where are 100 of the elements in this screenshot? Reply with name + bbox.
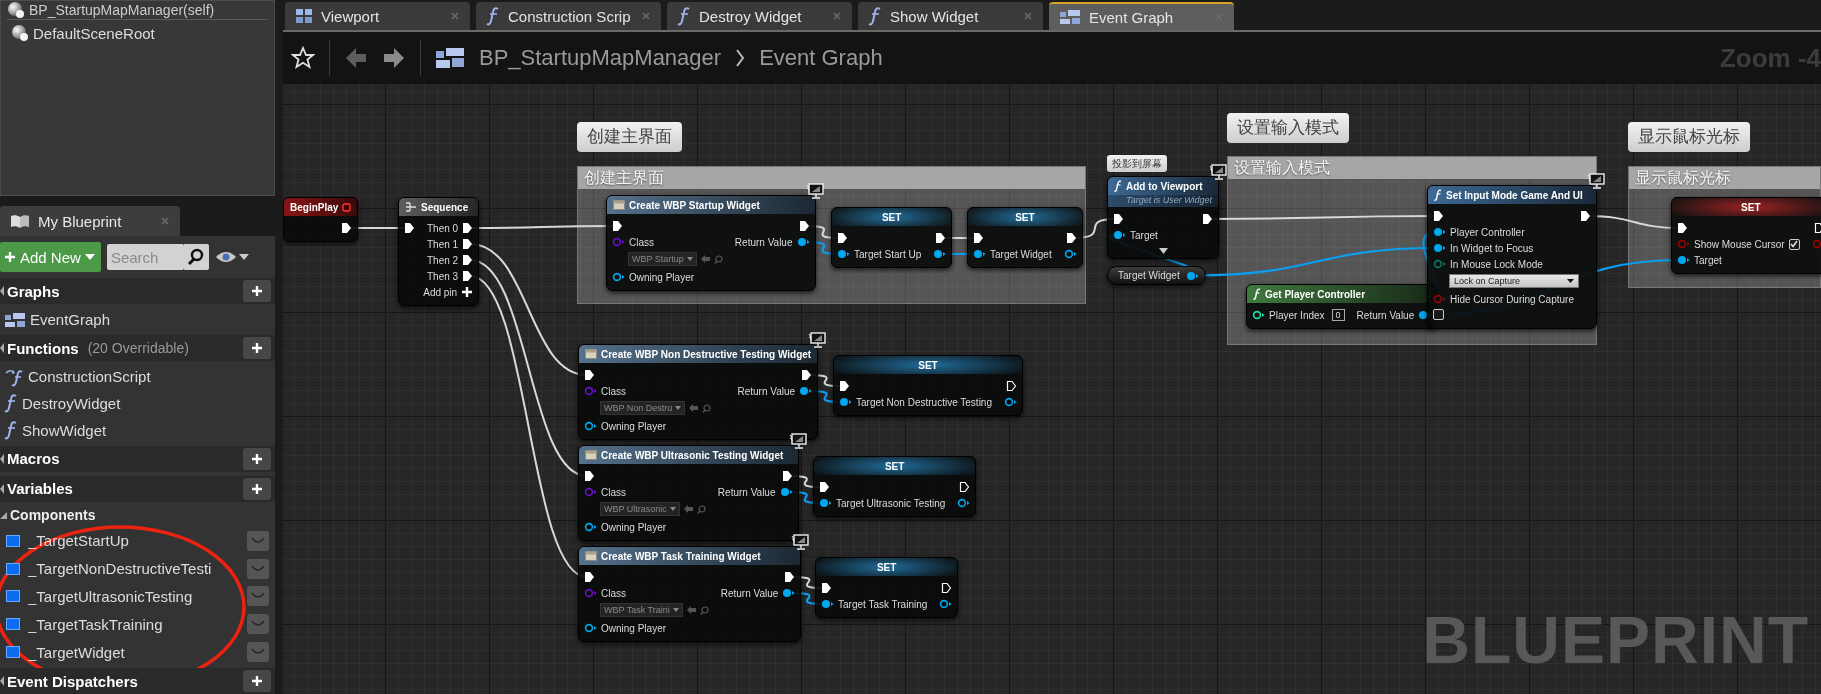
blueprint-node[interactable]: Add to Viewport Target is User Widget Target: [1107, 176, 1220, 259]
pin-label: Target: [1130, 229, 1158, 241]
node-title: Set Input Mode Game And UI: [1446, 189, 1583, 201]
expand-arrow-icon: [0, 343, 4, 354]
number-field[interactable]: 0: [1331, 309, 1345, 321]
checkbox[interactable]: [1433, 309, 1444, 320]
caret-icon: [1567, 279, 1574, 283]
add-button[interactable]: [243, 337, 271, 360]
editor-tab[interactable]: Destroy Widget: [667, 2, 852, 30]
add-button[interactable]: [243, 477, 271, 500]
class-dropdown[interactable]: WBP Task Traini: [600, 603, 683, 617]
tree-item[interactable]: BP_StartupMapManager(self): [29, 2, 215, 18]
variable-name[interactable]: _TargetTaskTraining: [28, 615, 239, 633]
variable-name[interactable]: _TargetNonDestructiveTesti: [28, 560, 239, 578]
node-title: Create WBP Startup Widget: [629, 199, 760, 211]
variable-getter-node[interactable]: Target Widget: [1107, 266, 1206, 285]
editor-tab[interactable]: Event Graph: [1049, 2, 1234, 30]
plus-icon: [251, 452, 263, 465]
visibility-toggle[interactable]: [247, 614, 269, 635]
closed-eye-icon: [251, 648, 265, 657]
caret-icon: [675, 406, 682, 410]
blueprint-node[interactable]: SET Target Non Destructive Testing: [833, 355, 1023, 416]
breadcrumb-current: Event Graph: [759, 45, 883, 71]
visibility-toggle[interactable]: [247, 642, 269, 663]
node-title: Create WBP Non Destructive Testing Widget: [601, 348, 812, 360]
class-dropdown[interactable]: WBP Startup: [628, 252, 697, 266]
add-button[interactable]: [243, 447, 271, 470]
left-arrow-icon: [700, 255, 710, 263]
panel-tab[interactable]: My Blueprint: [0, 206, 180, 236]
variable-type-icon: [6, 562, 20, 575]
blueprint-node[interactable]: SET Target Start Up: [831, 207, 953, 268]
node-title: SET: [918, 359, 938, 371]
list-item[interactable]: ShowWidget: [22, 421, 107, 439]
checkbox[interactable]: [1788, 238, 1800, 250]
editor-tab[interactable]: Construction Scrip: [476, 2, 661, 30]
search-icon: [696, 504, 706, 514]
class-dropdown[interactable]: WBP Ultrasonic: [600, 502, 680, 516]
pin-label: Add pin: [423, 286, 458, 298]
variable-name[interactable]: _TargetUltrasonicTesting: [28, 587, 239, 605]
pin-label: Return Value: [717, 486, 776, 498]
widget-icon: [585, 349, 597, 359]
section-title: Event Dispatchers: [7, 672, 138, 690]
add-button[interactable]: [243, 670, 271, 693]
graph-type-label: BLUEPRINT: [1422, 602, 1809, 678]
pin-label: Return Value: [720, 587, 779, 599]
graph-icon: [435, 47, 465, 69]
blueprint-node[interactable]: SET Target Widget: [967, 207, 1083, 268]
forward-arrow-icon[interactable]: [382, 46, 406, 70]
visibility-toggle[interactable]: [247, 558, 269, 579]
blueprint-node[interactable]: BeginPlay: [283, 197, 359, 242]
sphere-icon: [11, 24, 29, 42]
variable-type-icon: [6, 534, 20, 547]
pin-label: Target Ultrasonic Testing: [836, 497, 946, 509]
variable-name[interactable]: _TargetWidget: [28, 643, 239, 661]
star-icon[interactable]: [291, 46, 315, 70]
node-comment: 投影到屏幕: [1107, 155, 1167, 172]
blueprint-node[interactable]: SET Target Task Training: [815, 557, 959, 618]
node-title: Create WBP Task Training Widget: [601, 550, 761, 562]
class-dropdown[interactable]: WBP Non Destru: [600, 401, 686, 415]
pin-label: Then 0: [427, 222, 459, 234]
pin-label: Player Controller: [1450, 226, 1525, 238]
blueprint-node[interactable]: Create WBP Ultrasonic Testing Widget Class WBP Ultrasonic Return Value Owning Player: [578, 445, 799, 541]
comment-bubble: 创建主界面: [577, 122, 682, 152]
list-item[interactable]: EventGraph: [30, 311, 111, 329]
closed-eye-icon: [251, 564, 265, 573]
blueprint-node[interactable]: Create WBP Startup Widget Class WBP Startup Return Value Owning Player: [606, 195, 816, 291]
add-button[interactable]: [243, 280, 271, 303]
function-icon: [677, 6, 691, 26]
editor-tab[interactable]: Viewport: [285, 2, 470, 30]
blueprint-node[interactable]: SET Target Ultrasonic Testing: [813, 456, 977, 517]
eye-icon[interactable]: [214, 250, 237, 265]
breadcrumb-link[interactable]: BP_StartupMapManager: [479, 45, 722, 71]
pin-label: Class: [601, 385, 626, 397]
chevron-icon: [735, 48, 746, 68]
blueprint-node[interactable]: Create WBP Task Training Widget Class WBP Task Traini Return Value Owning Player: [578, 546, 802, 642]
comment-title: 设置输入模式: [1228, 157, 1596, 179]
editor-tab[interactable]: Show Widget: [858, 2, 1043, 30]
pin-label: Owning Player: [601, 622, 667, 634]
node-title: SET: [881, 211, 902, 223]
blueprint-node[interactable]: Sequence Then 0 Then 1 Then 2 Then 3 Add pin: [398, 197, 480, 306]
node-subtitle: Target is User Widget: [1108, 195, 1219, 207]
back-arrow-icon[interactable]: [344, 46, 368, 70]
blueprint-node[interactable]: SET Show Mouse Cursor Target: [1671, 197, 1821, 274]
list-item[interactable]: ConstructionScript: [28, 368, 151, 385]
expand-arrow-icon[interactable]: [1158, 248, 1168, 254]
visibility-toggle[interactable]: [247, 530, 269, 551]
node-title: Target Widget: [1118, 270, 1180, 281]
visibility-toggle[interactable]: [247, 586, 269, 607]
tree-item[interactable]: DefaultSceneRoot: [33, 24, 155, 42]
blueprint-node[interactable]: Create WBP Non Destructive Testing Widget Class WBP Non Destru Return Value Owning Player: [578, 344, 819, 440]
search-icon[interactable]: [182, 244, 209, 271]
plus-icon: [4, 251, 16, 264]
search-field[interactable]: Search: [106, 244, 183, 271]
list-item[interactable]: DestroyWidget: [22, 394, 121, 412]
category-title: Components: [10, 507, 96, 524]
function-icon: [1114, 180, 1122, 192]
lock-mode-dropdown[interactable]: Lock on Capture: [1449, 274, 1579, 288]
blueprint-node[interactable]: Set Input Mode Game And UI Player Controller In Widget to Focus In Mouse Lock Mode Lock on Capture Hide Cursor During Capture: [1427, 185, 1597, 329]
plus-icon: [251, 342, 263, 355]
graph-canvas[interactable]: [283, 84, 1821, 694]
